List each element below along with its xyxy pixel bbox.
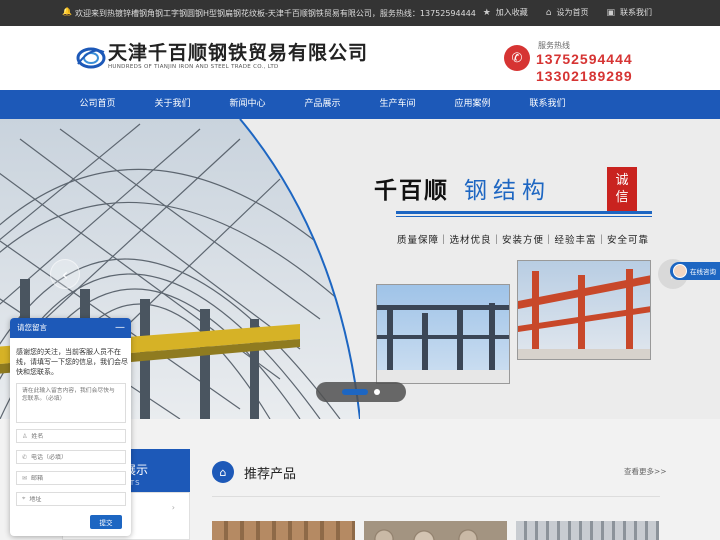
phone-icon: ✆ (504, 45, 530, 71)
message-intro: 感谢您的关注，当前客服人员不在线，请填写一下您的信息，我们会尽快和您联系。 (16, 348, 128, 376)
main-nav: 公司首页 关于我们 新闻中心 产品展示 生产车间 应用案例 联系我们 (0, 90, 720, 119)
message-widget-title: 请您留言 (17, 323, 47, 332)
address-input[interactable] (29, 495, 120, 503)
banner-pager (316, 382, 406, 402)
add-favorite-label: 加入收藏 (495, 8, 528, 17)
message-content-input[interactable] (16, 383, 126, 423)
nav-workshop[interactable]: 生产车间 (360, 90, 435, 119)
name-field[interactable]: ♙ (16, 429, 126, 443)
address-field[interactable]: ⌖ (16, 492, 126, 506)
minimize-icon[interactable]: — (115, 318, 125, 338)
slogan-brand: 千百顺 (374, 178, 449, 204)
message-widget: 请您留言 — 感谢您的关注，当前客服人员不在线，请填写一下您的信息，我们会尽快和… (10, 318, 131, 536)
email-input[interactable] (31, 474, 122, 482)
star-icon: ★ (482, 7, 491, 18)
pager-dot-active[interactable] (342, 389, 368, 395)
contact-us-link[interactable]: ▣ 联系我们 (606, 7, 652, 18)
online-consult-label: 在线咨询 (690, 268, 716, 276)
email-field[interactable]: ✉ (16, 471, 126, 485)
company-name: 天津千百顺钢铁贸易有限公司 (108, 42, 369, 64)
set-homepage-label: 设为首页 (556, 8, 589, 17)
view-more-link[interactable]: 查看更多>> (624, 466, 667, 477)
message-widget-header: 请您留言 — (10, 318, 131, 338)
top-bar: 🔔 欢迎来到热镀锌槽钢角钢工字钢圆钢H型钢扁钢花纹板-天津千百顺钢铁贸易有限公司… (0, 0, 720, 26)
phone-icon: ✆ (22, 453, 28, 461)
home-icon: ⌂ (545, 7, 552, 18)
product-image-1[interactable] (212, 521, 355, 540)
nav-home[interactable]: 公司首页 (60, 90, 135, 119)
steel-frame-photo-red (517, 260, 651, 360)
slogan-divider (396, 211, 652, 214)
banner-prev-button[interactable]: ‹ (50, 259, 80, 289)
home-icon: ⌂ (212, 461, 234, 483)
section-divider (212, 496, 660, 497)
site-header: 天津千百顺钢铁贸易有限公司 HUNDREDS OF TIANJIN IRON A… (0, 26, 720, 90)
set-homepage-link[interactable]: ⌂ 设为首页 (546, 7, 589, 18)
phone-input[interactable] (31, 453, 122, 461)
feature-list: 质量保障｜选材优良｜安装方便｜经验丰富｜安全可靠 (397, 235, 650, 246)
contact-us-label: 联系我们 (620, 8, 652, 17)
hotline-number-2: 13302189289 (536, 68, 633, 84)
nav-news[interactable]: 新闻中心 (210, 90, 285, 119)
submit-button[interactable]: 提交 (90, 515, 122, 529)
avatar (673, 264, 687, 278)
top-links: ★ 加入收藏 ⌂ 设为首页 ▣ 联系我们 (483, 7, 652, 18)
recommended-title: 推荐产品 (244, 467, 297, 482)
user-icon: ♙ (22, 432, 28, 440)
online-consult-button[interactable]: 在线咨询 (670, 262, 720, 280)
phone-field[interactable]: ✆ (16, 450, 126, 464)
nav-cases[interactable]: 应用案例 (435, 90, 510, 119)
seal-char-1: 诚 (615, 173, 629, 188)
integrity-seal: 诚 信 (607, 167, 637, 211)
welcome-text: 欢迎来到热镀锌槽钢角钢工字钢圆钢H型钢扁钢花纹板-天津千百顺钢铁贸易有限公司，服… (75, 9, 476, 18)
slogan-main: 钢结构 (464, 178, 551, 204)
chevron-right-icon[interactable]: › (172, 503, 175, 512)
add-favorite-link[interactable]: ★ 加入收藏 (483, 7, 528, 18)
company-logo-icon[interactable] (76, 42, 106, 72)
nav-contact[interactable]: 联系我们 (510, 90, 585, 119)
slogan-divider-thin (396, 216, 652, 217)
bell-icon: 🔔 (62, 7, 72, 16)
nav-products[interactable]: 产品展示 (285, 90, 360, 119)
name-input[interactable] (31, 432, 122, 440)
product-image-3[interactable] (516, 521, 659, 540)
hotline-number-1: 13752594444 (536, 51, 633, 67)
product-image-2[interactable] (364, 521, 507, 540)
company-name-en: HUNDREDS OF TIANJIN IRON AND STEEL TRADE… (108, 64, 279, 70)
pager-dot[interactable] (374, 389, 380, 395)
steel-frame-photo-blue (376, 284, 510, 384)
nav-about[interactable]: 关于我们 (135, 90, 210, 119)
hotline-label: 服务热线 (538, 41, 570, 50)
location-icon: ⌖ (22, 495, 26, 502)
contact-icon: ▣ (606, 7, 615, 18)
mail-icon: ✉ (22, 474, 28, 482)
seal-char-2: 信 (615, 190, 629, 205)
